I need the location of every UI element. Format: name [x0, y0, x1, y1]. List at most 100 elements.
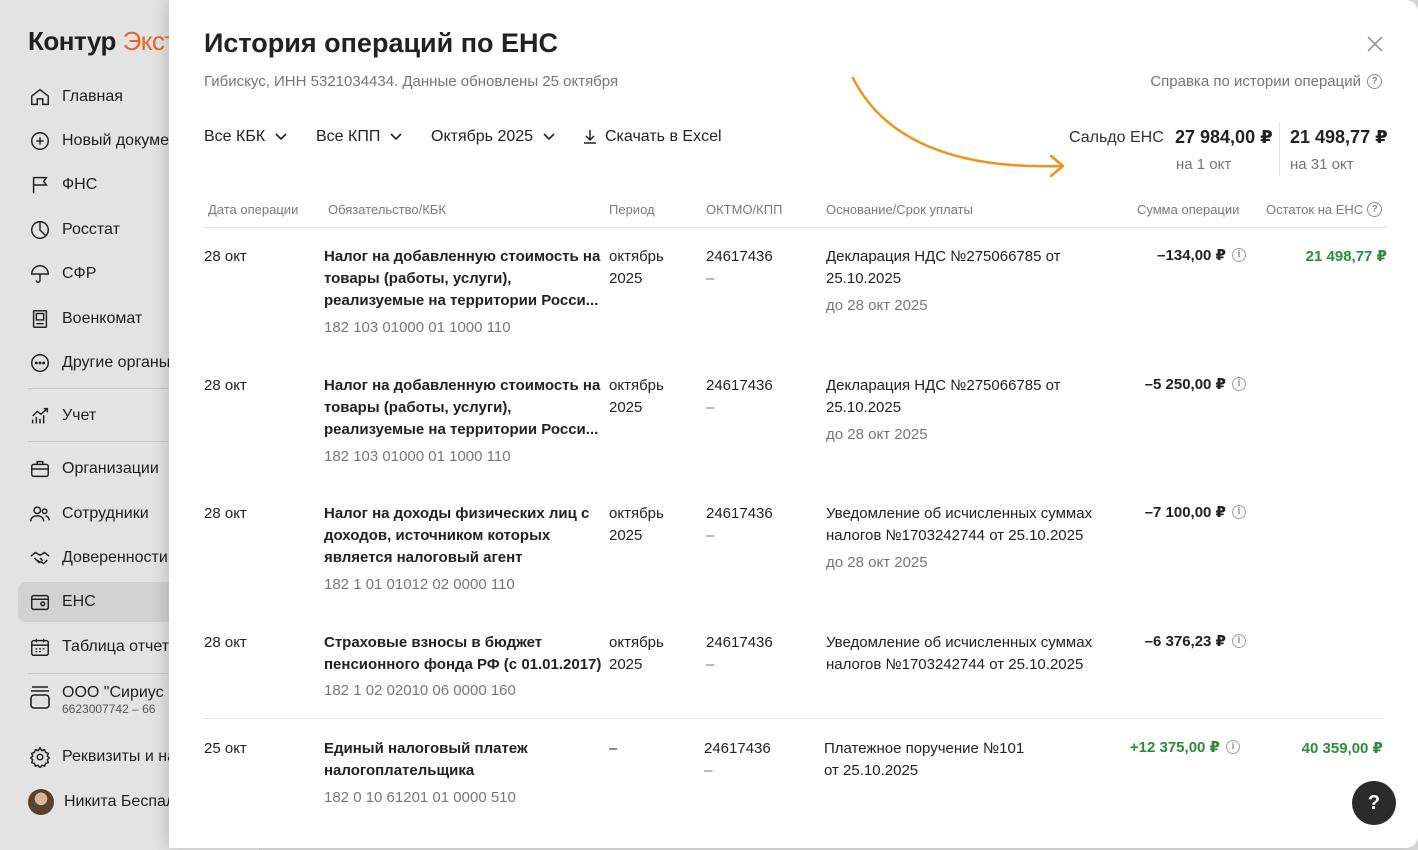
info-icon[interactable]: i: [1232, 505, 1246, 519]
pie-chart-icon: [28, 218, 52, 242]
sidebar-item-military[interactable]: Военкомат: [18, 299, 178, 339]
question-icon[interactable]: ?: [1367, 202, 1383, 217]
kbk-filter[interactable]: Все КБК: [204, 128, 287, 146]
user-name: Никита Беспал: [64, 793, 176, 810]
row-obligation: Налог на добавленную стоимость на товары…: [324, 377, 601, 438]
month-filter-label: Октябрь 2025: [431, 128, 534, 145]
row-basis: Уведомление об исчисленных суммах налого…: [826, 634, 1093, 673]
column-oktmo: ОКТМО/КПП: [706, 202, 783, 217]
kbk-filter-label: Все КБК: [204, 128, 266, 145]
download-excel-button[interactable]: Скачать в Excel: [582, 128, 722, 146]
user-profile[interactable]: Никита Беспал: [18, 782, 178, 822]
column-basis: Основание/Срок уплаты: [826, 202, 973, 217]
row-oktmo: 24617436: [706, 248, 773, 265]
organization-ids: 6623007742 – 66: [62, 702, 156, 716]
row-obligation: Налог на доходы физических лиц с доходов…: [324, 505, 590, 566]
umbrella-icon: [28, 262, 52, 286]
sidebar-item-organizations[interactable]: Организации: [18, 449, 178, 489]
info-icon[interactable]: i: [1232, 377, 1246, 391]
sidebar-item-new-document[interactable]: Новый документ: [18, 121, 178, 161]
sidebar-item-ens[interactable]: ЕНС: [18, 582, 178, 622]
sidebar-item-label: Новый документ: [62, 132, 178, 149]
question-icon: ?: [1367, 74, 1382, 89]
chevron-down-icon: [543, 133, 555, 141]
row-kpp: –: [704, 762, 713, 779]
row-divider: [204, 718, 1384, 719]
sidebar-item-sfr[interactable]: СФР: [18, 254, 178, 294]
sidebar-item-rosstat[interactable]: Росстат: [18, 210, 178, 250]
sidebar-item-label: Другие органы: [62, 354, 171, 371]
column-balance: Остаток на ЕНС ?: [1266, 202, 1383, 217]
sidebar-divider: [28, 388, 168, 389]
row-period: –: [609, 740, 618, 757]
row-basis: Платежное поручение №101 от 25.10.2025: [824, 740, 1025, 779]
row-date: 28 окт: [204, 248, 247, 265]
sidebar-item-label: Росстат: [62, 221, 120, 238]
sidebar-item-employees[interactable]: Сотрудники: [18, 494, 178, 534]
row-amount: –134,00 ₽ i: [1157, 246, 1246, 264]
plus-circle-icon: [28, 129, 52, 153]
row-date: 25 окт: [204, 740, 247, 757]
logo-main-text: Контур: [28, 26, 116, 56]
help-fab-button[interactable]: ?: [1352, 781, 1396, 825]
row-kbk: 182 1 02 02010 06 0000 160: [324, 682, 516, 699]
row-amount: +12 375,00 ₽ i: [1130, 738, 1240, 756]
sidebar-item-requisites[interactable]: Реквизиты и на: [18, 737, 178, 777]
row-oktmo: 24617436: [706, 505, 773, 522]
column-date: Дата операции: [208, 202, 299, 217]
sidebar-item-other[interactable]: Другие органы: [18, 343, 178, 383]
row-oktmo: 24617436: [706, 377, 773, 394]
row-kpp: –: [706, 656, 715, 673]
column-balance-label: Остаток на ЕНС: [1266, 202, 1364, 217]
home-icon: [28, 85, 52, 109]
sidebar-item-accounting[interactable]: Учет: [18, 396, 178, 436]
help-link[interactable]: Справка по истории операций ?: [1150, 73, 1382, 90]
column-period: Период: [609, 202, 655, 217]
column-obligation: Обязательство/КБК: [328, 202, 446, 217]
sidebar-item-home[interactable]: Главная: [18, 77, 178, 117]
id-card-icon: [28, 307, 52, 331]
row-amount-value: –134,00 ₽: [1157, 247, 1226, 264]
info-icon[interactable]: i: [1232, 248, 1246, 262]
app-logo[interactable]: Контур Экст: [28, 26, 176, 57]
sidebar-item-fns[interactable]: ФНС: [18, 165, 178, 205]
row-balance: 21 498,77 ₽: [1305, 248, 1387, 265]
close-button[interactable]: [1365, 34, 1385, 54]
sidebar-item-reporting-table[interactable]: Таблица отчетности: [18, 627, 178, 667]
modal-title: История операций по ЕНС: [204, 28, 559, 58]
row-amount: –7 100,00 ₽ i: [1145, 503, 1246, 521]
row-due: до 28 окт 2025: [826, 554, 928, 571]
sidebar-item-label: Главная: [62, 88, 123, 105]
handshake-icon: [28, 546, 52, 570]
organization-name: ООО "Сириус Е: [62, 684, 179, 701]
row-amount: –5 250,00 ₽ i: [1145, 375, 1246, 393]
row-amount-value: –7 100,00 ₽: [1144, 504, 1226, 521]
sidebar-item-power-of-attorney[interactable]: Доверенности: [18, 538, 178, 578]
kpp-filter[interactable]: Все КПП: [316, 128, 402, 146]
sidebar-item-label: Учет: [62, 407, 97, 424]
row-period: октябрь 2025: [609, 634, 664, 673]
wallet-icon: [28, 590, 52, 614]
ens-history-modal: История операций по ЕНС Гибискус, ИНН 53…: [169, 0, 1418, 848]
organization-switcher[interactable]: ООО "Сириус Е 6623007742 – 66: [28, 684, 179, 716]
row-kbk: 182 103 01000 01 1000 110: [324, 448, 511, 465]
sidebar-item-label: Сотрудники: [62, 505, 149, 522]
row-amount-value: +12 375,00 ₽: [1129, 739, 1220, 756]
row-kpp: –: [706, 527, 715, 544]
saldo-end-date: на 31 окт: [1290, 156, 1354, 173]
calendar-icon: [28, 635, 52, 659]
modal-subtitle: Гибискус, ИНН 5321034434. Данные обновле…: [204, 73, 619, 90]
info-icon[interactable]: i: [1226, 740, 1240, 754]
row-amount-value: –5 250,00 ₽: [1144, 376, 1226, 393]
saldo-start-date: на 1 окт: [1176, 156, 1232, 173]
sidebar-item-label: ЕНС: [62, 593, 96, 610]
chevron-down-icon: [275, 133, 287, 141]
month-filter[interactable]: Октябрь 2025: [431, 128, 555, 146]
sidebar-divider: [28, 441, 168, 442]
sidebar-item-label: ФНС: [62, 176, 98, 193]
row-oktmo: 24617436: [704, 740, 771, 757]
row-basis: Уведомление об исчисленных суммах налого…: [826, 505, 1093, 544]
info-icon[interactable]: i: [1232, 634, 1246, 648]
stack-icon: [28, 684, 52, 716]
annotation-arrow: [851, 76, 1065, 178]
